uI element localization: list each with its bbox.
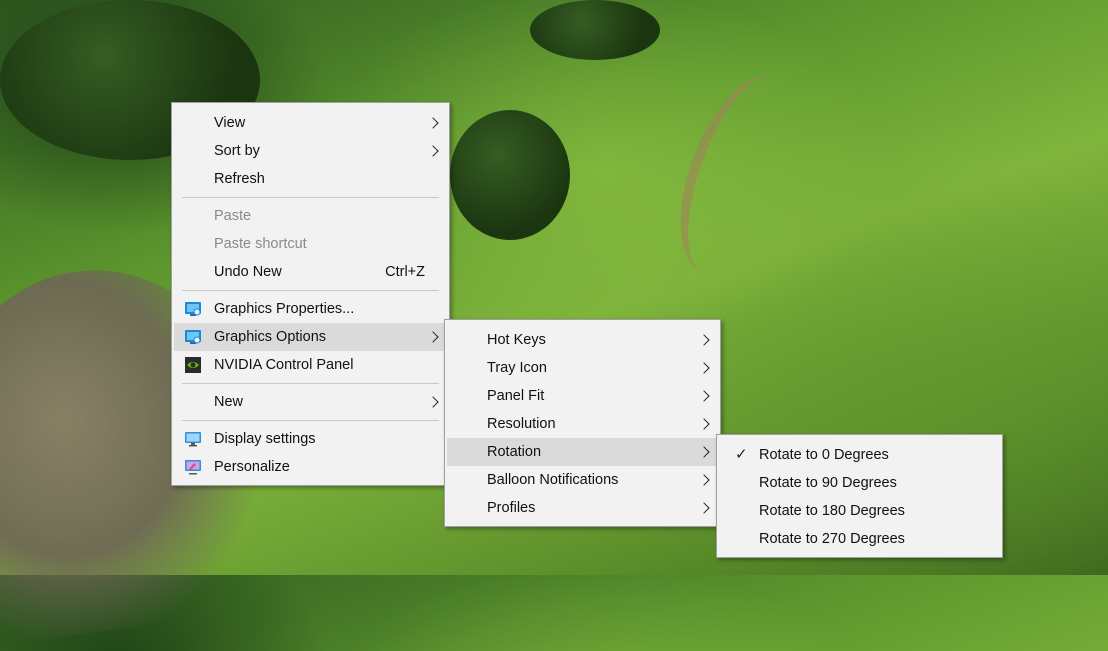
nvidia-icon	[184, 356, 202, 374]
menu-item-rotate-270[interactable]: Rotate to 270 Degrees	[719, 525, 1000, 553]
chevron-right-icon	[427, 117, 439, 129]
menu-item-label: Rotate to 0 Degrees	[759, 447, 889, 463]
chevron-right-icon	[698, 362, 710, 374]
menu-separator	[182, 383, 439, 384]
chevron-right-icon	[427, 396, 439, 408]
chevron-right-icon	[427, 331, 439, 343]
menu-item-paste: Paste	[174, 202, 447, 230]
menu-item-label: Rotate to 270 Degrees	[759, 531, 905, 547]
menu-item-sort-by[interactable]: Sort by	[174, 137, 447, 165]
menu-item-rotate-0[interactable]: ✓ Rotate to 0 Degrees	[719, 441, 1000, 469]
menu-item-label: Refresh	[214, 171, 265, 187]
chevron-right-icon	[427, 145, 439, 157]
menu-item-personalize[interactable]: Personalize	[174, 453, 447, 481]
menu-item-label: Graphics Options	[214, 329, 327, 345]
personalize-icon	[184, 458, 202, 476]
chevron-right-icon	[698, 334, 710, 346]
menu-item-label: Hot Keys	[487, 332, 546, 348]
menu-item-label: Display settings	[214, 431, 316, 447]
menu-item-rotate-90[interactable]: Rotate to 90 Degrees	[719, 469, 1000, 497]
menu-item-label: Balloon Notifications	[487, 472, 619, 488]
chevron-right-icon	[698, 446, 710, 458]
menu-item-new[interactable]: New	[174, 388, 447, 416]
menu-item-label: Tray Icon	[487, 360, 547, 376]
chevron-right-icon	[698, 390, 710, 402]
menu-item-rotate-180[interactable]: Rotate to 180 Degrees	[719, 497, 1000, 525]
menu-item-undo-new[interactable]: Undo New Ctrl+Z	[174, 258, 447, 286]
wallpaper-trail	[657, 59, 823, 291]
menu-item-resolution[interactable]: Resolution	[447, 410, 718, 438]
wallpaper-bush-top	[530, 0, 660, 60]
menu-item-graphics-options[interactable]: Graphics Options	[174, 323, 447, 351]
menu-item-label: Rotation	[487, 444, 542, 460]
menu-item-tray-icon[interactable]: Tray Icon	[447, 354, 718, 382]
menu-item-label: New	[214, 394, 244, 410]
menu-item-display-settings[interactable]: Display settings	[174, 425, 447, 453]
intel-graphics-icon	[184, 328, 202, 346]
menu-item-nvidia-control-panel[interactable]: NVIDIA Control Panel	[174, 351, 447, 379]
menu-item-balloon-notifications[interactable]: Balloon Notifications	[447, 466, 718, 494]
graphics-options-submenu: Hot Keys Tray Icon Panel Fit Resolution …	[444, 319, 721, 527]
wallpaper-bush	[450, 110, 570, 240]
menu-item-label: Rotate to 90 Degrees	[759, 475, 897, 491]
menu-item-label: Profiles	[487, 500, 536, 516]
rotation-submenu: ✓ Rotate to 0 Degrees Rotate to 90 Degre…	[716, 434, 1003, 558]
menu-item-panel-fit[interactable]: Panel Fit	[447, 382, 718, 410]
menu-item-paste-shortcut: Paste shortcut	[174, 230, 447, 258]
menu-item-label: Resolution	[487, 416, 556, 432]
chevron-right-icon	[698, 474, 710, 486]
menu-item-label: Sort by	[214, 143, 260, 159]
desktop-context-menu: View Sort by Refresh Paste Paste shortcu…	[171, 102, 450, 486]
menu-item-label: Rotate to 180 Degrees	[759, 503, 905, 519]
menu-item-label: Graphics Properties...	[214, 301, 355, 317]
menu-item-label: Personalize	[214, 459, 290, 475]
menu-item-refresh[interactable]: Refresh	[174, 165, 447, 193]
menu-separator	[182, 420, 439, 421]
intel-graphics-icon	[184, 300, 202, 318]
menu-item-label: Paste shortcut	[214, 236, 307, 252]
chevron-right-icon	[698, 418, 710, 430]
menu-item-label: View	[214, 115, 246, 131]
menu-item-shortcut: Ctrl+Z	[385, 264, 425, 280]
menu-item-rotation[interactable]: Rotation	[447, 438, 718, 466]
chevron-right-icon	[698, 502, 710, 514]
menu-item-profiles[interactable]: Profiles	[447, 494, 718, 522]
menu-item-hot-keys[interactable]: Hot Keys	[447, 326, 718, 354]
checkmark-icon: ✓	[735, 446, 748, 463]
menu-item-label: NVIDIA Control Panel	[214, 357, 354, 373]
menu-item-graphics-properties[interactable]: Graphics Properties...	[174, 295, 447, 323]
menu-item-view[interactable]: View	[174, 109, 447, 137]
menu-item-label: Paste	[214, 208, 252, 224]
menu-item-label: Undo New	[214, 264, 282, 280]
menu-separator	[182, 290, 439, 291]
menu-separator	[182, 197, 439, 198]
menu-item-label: Panel Fit	[487, 388, 545, 404]
monitor-icon	[184, 430, 202, 448]
